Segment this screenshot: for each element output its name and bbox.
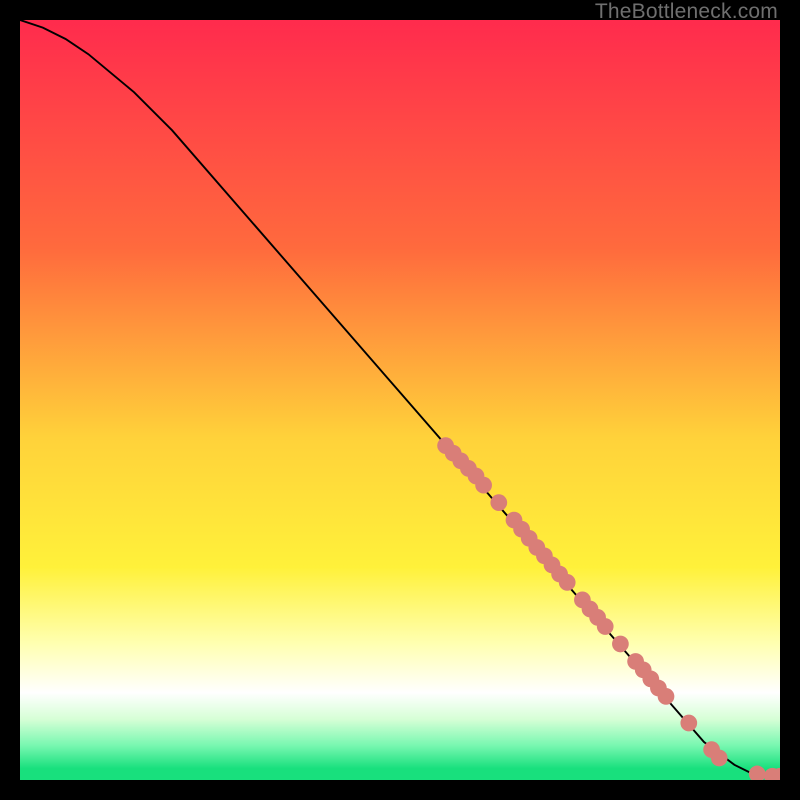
chart-canvas bbox=[20, 20, 780, 780]
chart-background bbox=[20, 20, 780, 780]
highlight-point bbox=[612, 636, 629, 653]
highlight-point bbox=[597, 618, 614, 635]
highlight-point bbox=[658, 688, 675, 705]
highlight-point bbox=[711, 750, 728, 767]
chart-stage: TheBottleneck.com bbox=[0, 0, 800, 800]
highlight-point bbox=[680, 715, 697, 732]
highlight-point bbox=[475, 477, 492, 494]
highlight-point bbox=[490, 494, 507, 511]
highlight-point bbox=[559, 574, 576, 591]
